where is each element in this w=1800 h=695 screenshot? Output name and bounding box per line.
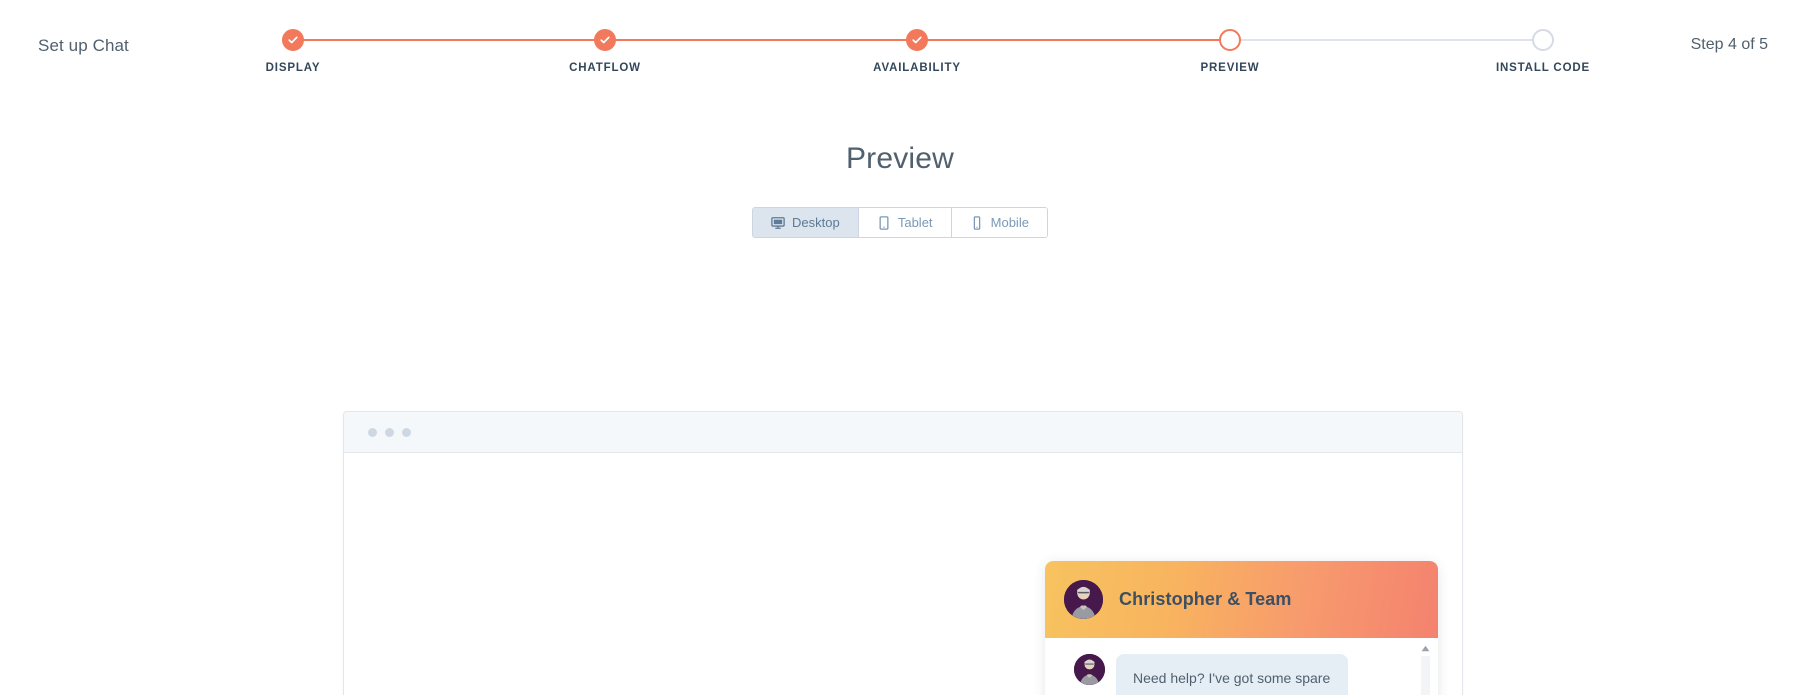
wizard-stepper: DISPLAY CHATFLOW AVAILABILITY PREVIEW IN… bbox=[266, 0, 1589, 92]
browser-dot-maximize bbox=[402, 427, 411, 437]
device-tab-label: Tablet bbox=[897, 215, 933, 230]
check-icon bbox=[908, 31, 926, 49]
step-node-display[interactable] bbox=[282, 29, 304, 51]
wizard-title: Set up Chat bbox=[38, 36, 129, 55]
wizard-step-availability[interactable]: AVAILABILITY bbox=[807, 0, 1027, 74]
wizard-header: Set up Chat DISPLAY CHATFLOW AVAILABILIT… bbox=[0, 0, 1800, 92]
check-icon bbox=[284, 31, 302, 49]
step-node-install-code[interactable] bbox=[1532, 29, 1554, 51]
wizard-step-install-code[interactable]: INSTALL CODE bbox=[1433, 0, 1653, 74]
chat-widget[interactable]: Christopher & Team Need help? I've got s… bbox=[1045, 561, 1438, 695]
tablet-icon bbox=[877, 215, 891, 230]
wizard-step-chatflow[interactable]: CHATFLOW bbox=[495, 0, 715, 74]
browser-preview-frame: Christopher & Team Need help? I've got s… bbox=[343, 411, 1463, 695]
chat-message: Need help? I've got some spare time to h… bbox=[1045, 654, 1438, 695]
chat-scrollbar[interactable] bbox=[1419, 643, 1432, 695]
step-node-chatflow[interactable] bbox=[594, 29, 616, 51]
smartphone-icon bbox=[970, 215, 984, 230]
browser-dot-close bbox=[368, 427, 377, 437]
stepper-progress-line bbox=[293, 39, 1230, 41]
wizard-step-display[interactable]: DISPLAY bbox=[183, 0, 403, 74]
wizard-step-counter: Step 4 of 5 bbox=[1690, 36, 1768, 53]
device-tab-desktop[interactable]: Desktop bbox=[753, 208, 859, 237]
device-tab-label: Mobile bbox=[990, 215, 1029, 230]
chat-scrollbar-track[interactable] bbox=[1421, 656, 1430, 695]
check-icon bbox=[596, 31, 614, 49]
chat-widget-title: Christopher & Team bbox=[1119, 589, 1292, 609]
browser-titlebar bbox=[344, 412, 1462, 453]
chat-message-bubble: Need help? I've got some spare time to h… bbox=[1116, 654, 1348, 695]
device-toggle-group[interactable]: Desktop Tablet Mobile bbox=[752, 207, 1048, 238]
wizard-step-label: CHATFLOW bbox=[569, 62, 641, 74]
caret-up-icon[interactable] bbox=[1421, 645, 1430, 652]
browser-viewport: Christopher & Team Need help? I've got s… bbox=[344, 453, 1462, 695]
wizard-step-label: PREVIEW bbox=[1200, 62, 1260, 74]
step-node-availability[interactable] bbox=[906, 29, 928, 51]
monitor-icon bbox=[771, 216, 785, 230]
step-node-preview[interactable] bbox=[1219, 29, 1241, 51]
wizard-step-preview[interactable]: PREVIEW bbox=[1120, 0, 1340, 74]
avatar bbox=[1064, 580, 1103, 619]
browser-dot-minimize bbox=[385, 427, 394, 437]
avatar bbox=[1074, 654, 1105, 685]
wizard-step-label: INSTALL CODE bbox=[1495, 62, 1591, 74]
wizard-step-label: AVAILABILITY bbox=[873, 62, 961, 74]
device-tab-label: Desktop bbox=[792, 215, 840, 230]
page-title: Preview bbox=[845, 142, 955, 175]
main-content: Preview Desktop Tablet Mobile Christophe… bbox=[0, 142, 1800, 695]
wizard-step-label: DISPLAY bbox=[265, 62, 321, 74]
device-tab-tablet[interactable]: Tablet bbox=[858, 208, 952, 237]
device-tab-mobile[interactable]: Mobile bbox=[951, 208, 1047, 237]
chat-widget-header: Christopher & Team bbox=[1045, 561, 1438, 638]
chat-message-list: Need help? I've got some spare time to h… bbox=[1045, 638, 1438, 695]
